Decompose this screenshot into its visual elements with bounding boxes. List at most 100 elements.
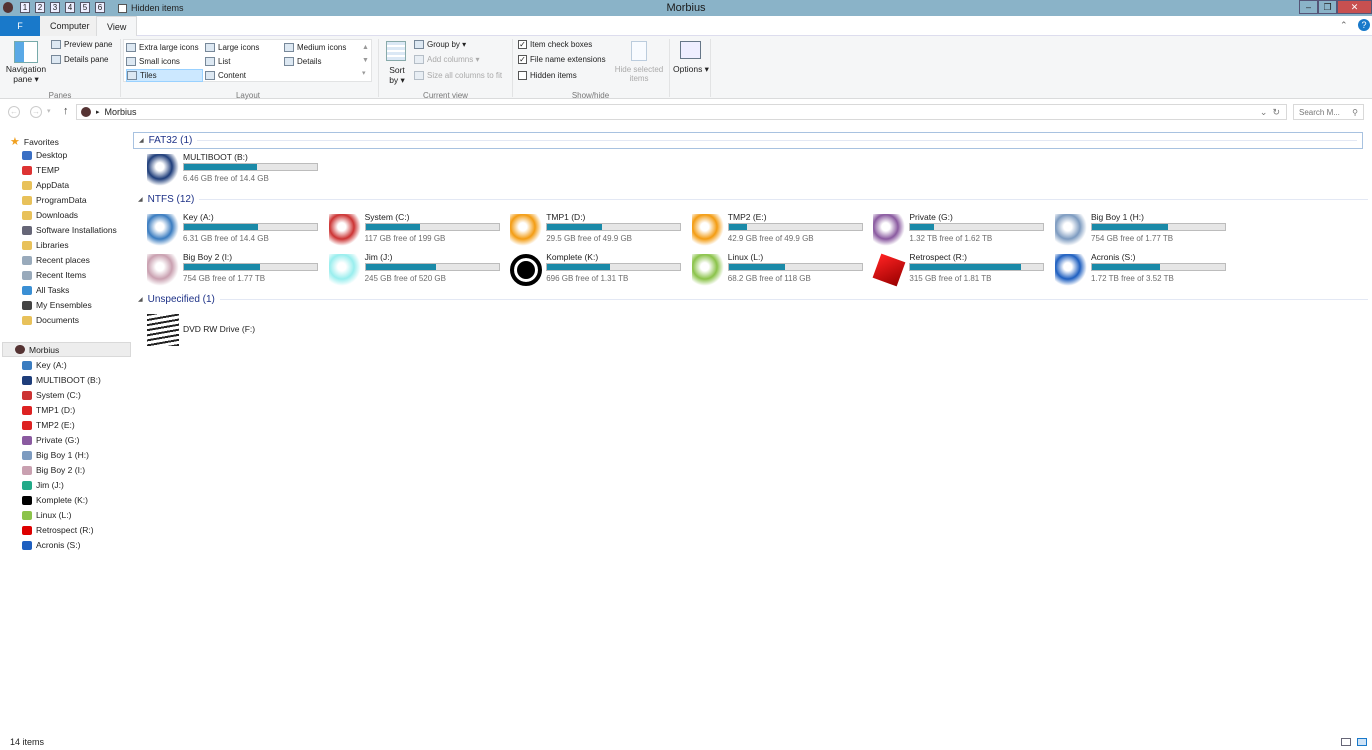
preview-pane-button[interactable]: Preview pane (51, 40, 112, 49)
nav-drive[interactable]: Komplete (K:) (22, 495, 88, 505)
layout-option-small-icons[interactable]: Small icons (126, 55, 180, 68)
nav-drive[interactable]: Private (G:) (22, 435, 79, 445)
qat-button[interactable]: 5 (80, 2, 90, 13)
details-view-button[interactable] (1341, 738, 1351, 746)
drive-tile[interactable]: TMP1 (D:) 29.5 GB free of 49.9 GB (510, 212, 690, 248)
layout-option-tiles[interactable]: Tiles (126, 69, 203, 82)
refresh-icon[interactable]: ↻ (1272, 107, 1280, 118)
collapse-triangle-icon[interactable]: ◢ (139, 137, 144, 144)
address-dropdown-icon[interactable]: ⌄ (1260, 107, 1268, 118)
gallery-scroll[interactable]: ▲ ▼ ▾ (362, 41, 369, 80)
file-name-extensions-toggle[interactable]: ✓ File name extensions (518, 55, 606, 64)
nav-item[interactable]: Recent places (22, 255, 90, 265)
nav-favorites[interactable]: ★ Favorites (10, 135, 59, 148)
nav-item[interactable]: Desktop (22, 150, 67, 160)
layout-option-content[interactable]: Content (205, 69, 246, 82)
nav-item[interactable]: TEMP (22, 165, 60, 175)
drive-tile[interactable]: DVD RW Drive (F:) (147, 312, 327, 348)
drive-tile[interactable]: Komplete (K:) 696 GB free of 1.31 TB (510, 252, 690, 288)
item-check-boxes-toggle[interactable]: ✓ Item check boxes (518, 40, 592, 49)
qat-button[interactable]: 4 (65, 2, 75, 13)
collapse-ribbon-icon[interactable]: ⌃ (1340, 20, 1348, 31)
drive-tile[interactable]: Key (A:) 6.31 GB free of 14.4 GB (147, 212, 327, 248)
drive-tile[interactable]: System (C:) 117 GB free of 199 GB (328, 212, 509, 248)
options-button[interactable]: Options ▾ (672, 64, 710, 75)
details-pane-button[interactable]: Details pane (51, 55, 108, 64)
qat-button[interactable]: 1 (20, 2, 30, 13)
nav-item[interactable]: My Ensembles (22, 300, 92, 310)
nav-item[interactable]: ProgramData (22, 195, 87, 205)
search-input[interactable]: Search M... ⚲ (1293, 104, 1364, 120)
usage-bar-fill (547, 224, 602, 230)
forward-button[interactable]: → (30, 106, 42, 118)
drive-tile[interactable]: Acronis (S:) 1.72 TB free of 3.52 TB (1055, 252, 1235, 288)
nav-drive[interactable]: Retrospect (R:) (22, 525, 94, 535)
tab-computer[interactable]: Computer (40, 16, 100, 36)
layout-option-details[interactable]: Details (284, 55, 321, 68)
nav-drive[interactable]: Key (A:) (22, 360, 67, 370)
layout-option-extra-large-icons[interactable]: Extra large icons (126, 41, 199, 54)
back-button[interactable]: ← (8, 106, 20, 118)
nav-drive[interactable]: Big Boy 1 (H:) (22, 450, 89, 460)
layout-option-medium-icons[interactable]: Medium icons (284, 41, 346, 54)
hidden-items-toggle[interactable]: Hidden items (518, 71, 577, 80)
hide-selected-button[interactable]: Hide selected items (612, 65, 666, 83)
qat-hidden-items[interactable]: Hidden items (118, 3, 184, 13)
minimize-button[interactable]: – (1299, 0, 1318, 14)
drive-tile[interactable]: Jim (J:) 245 GB free of 520 GB (328, 252, 509, 288)
nav-item[interactable]: Software Installations (22, 225, 117, 235)
qat-button[interactable]: 2 (35, 2, 45, 13)
nav-drive[interactable]: TMP1 (D:) (22, 405, 75, 415)
recent-locations-button[interactable]: ▾ (47, 107, 51, 115)
close-button[interactable]: ✕ (1337, 0, 1372, 14)
drive-tile[interactable]: Big Boy 1 (H:) 754 GB free of 1.77 TB (1055, 212, 1235, 248)
address-bar[interactable]: ▸ Morbius ⌄ ↻ (76, 104, 1287, 120)
nav-drive[interactable]: System (C:) (22, 390, 81, 400)
nav-computer[interactable]: Morbius (2, 342, 131, 357)
nav-item[interactable]: Downloads (22, 210, 78, 220)
drive-tile[interactable]: Retrospect (R:) 315 GB free of 1.81 TB (872, 252, 1053, 288)
layout-option-list[interactable]: List (205, 55, 230, 68)
nav-drive[interactable]: Acronis (S:) (22, 540, 80, 550)
group-by-button[interactable]: Group by ▾ (414, 40, 466, 49)
drive-tile[interactable]: TMP2 (E:) 42.9 GB free of 49.9 GB (691, 212, 872, 248)
nav-item[interactable]: Libraries (22, 240, 69, 250)
help-icon[interactable]: ? (1358, 19, 1370, 31)
group-header[interactable]: ◢ NTFS (12) (138, 192, 1368, 207)
qat-button[interactable]: 3 (50, 2, 60, 13)
nav-item[interactable]: Documents (22, 315, 79, 325)
collapse-triangle-icon[interactable]: ◢ (138, 196, 143, 203)
item-check-boxes-checkbox[interactable]: ✓ (518, 40, 527, 49)
drive-tile[interactable]: MULTIBOOT (B:) 6.46 GB free of 14.4 GB (147, 152, 327, 188)
drive-tile[interactable]: Linux (L:) 68.2 GB free of 118 GB (691, 252, 872, 288)
group-header[interactable]: ◢ FAT32 (1) (133, 132, 1363, 149)
size-columns-button[interactable]: Size all columns to fit (414, 71, 502, 80)
collapse-triangle-icon[interactable]: ◢ (138, 296, 143, 303)
hidden-items-checkbox[interactable] (118, 3, 127, 13)
qat-button[interactable]: 6 (95, 2, 105, 13)
tab-file[interactable]: F (0, 16, 40, 36)
hidden-items-checkbox[interactable] (518, 71, 527, 80)
nav-drive[interactable]: MULTIBOOT (B:) (22, 375, 101, 385)
nav-drive[interactable]: Linux (L:) (22, 510, 71, 520)
restore-button[interactable]: ❐ (1318, 0, 1337, 14)
up-button[interactable]: ↑ (63, 105, 69, 117)
file-name-extensions-checkbox[interactable]: ✓ (518, 55, 527, 64)
nav-item[interactable]: All Tasks (22, 285, 69, 295)
navigation-pane-button[interactable]: Navigation pane ▾ (4, 64, 48, 85)
large-icons-view-button[interactable] (1357, 738, 1367, 746)
drive-tile[interactable]: Big Boy 2 (I:) 754 GB free of 1.77 TB (147, 252, 327, 288)
breadcrumb-chevron-icon[interactable]: ▸ (96, 108, 100, 116)
nav-drive[interactable]: Big Boy 2 (I:) (22, 465, 85, 475)
drive-tile[interactable]: Private (G:) 1.32 TB free of 1.62 TB (873, 212, 1053, 248)
nav-drive[interactable]: TMP2 (E:) (22, 420, 75, 430)
group-header[interactable]: ◢ Unspecified (1) (138, 292, 1368, 307)
sort-by-button[interactable]: Sort by ▾ (386, 65, 408, 86)
layout-option-large-icons[interactable]: Large icons (205, 41, 259, 54)
breadcrumb-morbius[interactable]: Morbius (105, 107, 137, 117)
add-columns-button[interactable]: Add columns ▾ (414, 55, 479, 64)
nav-drive[interactable]: Jim (J:) (22, 480, 64, 490)
nav-item[interactable]: Recent Items (22, 270, 86, 280)
tab-view[interactable]: View (96, 16, 138, 37)
nav-item[interactable]: AppData (22, 180, 69, 190)
